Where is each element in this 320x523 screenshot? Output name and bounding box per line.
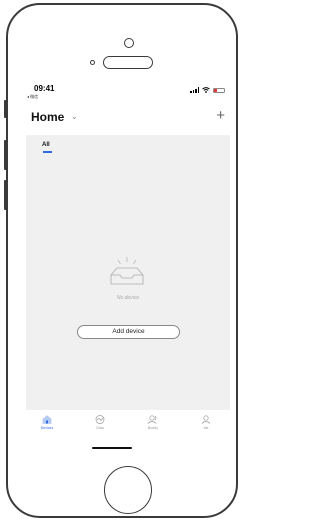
tab-data[interactable]: Data (80, 415, 120, 430)
phone-side-button (4, 140, 7, 170)
person-icon (201, 415, 211, 424)
tab-devices[interactable]: Devices (27, 415, 67, 430)
tab-data-label: Data (96, 426, 104, 430)
data-icon (95, 415, 105, 424)
chevron-down-icon[interactable]: ⌄ (71, 112, 78, 121)
phone-home-button[interactable] (104, 466, 152, 514)
earpiece-speaker (103, 56, 153, 69)
status-icons (190, 87, 225, 93)
add-device-button[interactable]: Add device (77, 325, 180, 339)
empty-state-message: No device (116, 295, 140, 301)
tab-devices-label: Devices (40, 426, 54, 430)
phone-side-button (4, 180, 7, 210)
battery-icon (213, 87, 225, 93)
tab-buddy[interactable]: Buddy (133, 415, 173, 430)
empty-box-icon (110, 257, 144, 285)
status-time: 09:41 (34, 84, 55, 93)
tab-buddy-label: Buddy (148, 426, 158, 430)
home-icon (42, 415, 52, 424)
tab-me-label: Me (203, 426, 209, 430)
app-header: Home ⌄ + (23, 107, 233, 130)
phone-side-button (4, 100, 7, 118)
tab-active-indicator (43, 151, 52, 153)
signal-icon (190, 87, 199, 93)
device-list-area: All No device Add device (26, 135, 230, 410)
add-icon[interactable]: + (216, 107, 225, 124)
tab-all[interactable]: All (42, 142, 50, 148)
proximity-sensor (90, 60, 95, 65)
front-camera (124, 38, 134, 48)
wifi-icon (202, 87, 210, 93)
bottom-tab-bar: Devices Data Buddy Me (23, 410, 233, 440)
app-screen: 09:41 ◂ 微信 Home ⌄ + All No device Add de… (23, 80, 233, 440)
home-indicator (92, 447, 132, 449)
back-to-app-link[interactable]: ◂ 微信 (27, 94, 38, 100)
home-selector[interactable]: Home (31, 110, 64, 124)
tab-me[interactable]: Me (186, 415, 226, 430)
status-bar: 09:41 ◂ 微信 (23, 80, 233, 100)
buddy-icon (147, 415, 157, 424)
